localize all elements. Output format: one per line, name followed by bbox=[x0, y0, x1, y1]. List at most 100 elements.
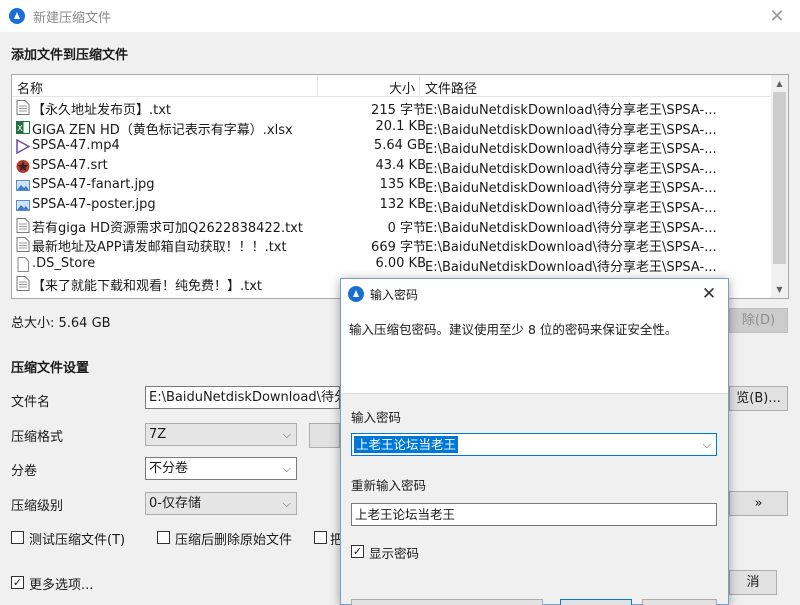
password-value: 上老王论坛当老王 bbox=[354, 436, 459, 453]
format-settings-button[interactable] bbox=[309, 423, 340, 448]
file-name: 若有giga HD资源需求可加Q2622838422.txt bbox=[32, 220, 303, 236]
scroll-up-arrow-icon[interactable]: ▲ bbox=[771, 75, 788, 92]
file-row[interactable]: 【永久地址发布页】.txt 215 字节 E:\BaiduNetdiskDownlo… bbox=[12, 98, 772, 118]
confirm-password-label: 重新输入密码 bbox=[351, 478, 427, 493]
split-value: 不分卷 bbox=[149, 461, 189, 476]
file-size: 215 字节 bbox=[371, 103, 426, 118]
file-size: 20.1 KB bbox=[375, 118, 426, 134]
file-size: 5.64 GB bbox=[373, 138, 426, 154]
dialog-info-area: 输入压缩包密码。建议使用至少 8 位的密码来保证安全性。 bbox=[341, 309, 728, 394]
file-name: GIGA ZEN HD（黄色标记表示有字幕）.xlsx bbox=[32, 122, 293, 138]
delete-after-checkbox[interactable] bbox=[157, 531, 170, 544]
file-row[interactable]: 若有giga HD资源需求可加Q2622838422.txt 0 字节 E:\Bai… bbox=[12, 216, 772, 236]
file-name: SPSA-47.srt bbox=[32, 157, 108, 173]
confirm-password-input[interactable]: 上老王论坛当老王 bbox=[351, 503, 717, 526]
show-password-checkbox[interactable]: ✓ bbox=[351, 545, 364, 558]
split-label: 分卷 bbox=[11, 464, 38, 479]
file-path: E:\BaiduNetdiskDownload\待分享老王\SPSA-... bbox=[425, 259, 717, 275]
file-size: 669 字节 bbox=[371, 240, 426, 256]
dialog-cancel-button[interactable] bbox=[642, 599, 717, 605]
column-path[interactable]: 文件路径 bbox=[425, 78, 477, 97]
format-label: 压缩格式 bbox=[11, 430, 64, 445]
dialog-titlebar: 输入密码 ✕ bbox=[341, 279, 728, 309]
column-size[interactable]: 大小 bbox=[389, 78, 415, 97]
file-row[interactable]: X GIGA ZEN HD（黄色标记表示有字幕）.xlsx 20.1 KB E:\Ba… bbox=[12, 118, 772, 138]
blank-file-icon bbox=[16, 256, 30, 272]
text-file-icon bbox=[16, 237, 30, 253]
add-files-heading: 添加文件到压缩文件 bbox=[11, 48, 129, 63]
window-close-button[interactable]: ✕ bbox=[754, 0, 800, 32]
chevron-down-icon: ⌵ bbox=[282, 462, 291, 475]
file-path: E:\BaiduNetdiskDownload\待分享老王\SPSA-... bbox=[425, 161, 717, 177]
format-select[interactable]: 7Z ⌵ bbox=[145, 423, 297, 446]
password-dialog: 输入密码 ✕ 输入压缩包密码。建议使用至少 8 位的密码来保证安全性。 输入密码… bbox=[340, 278, 729, 605]
delete-button[interactable]: 除(D) bbox=[729, 308, 788, 333]
dialog-info-text: 输入压缩包密码。建议使用至少 8 位的密码来保证安全性。 bbox=[349, 322, 678, 337]
dialog-title: 输入密码 bbox=[370, 288, 419, 302]
more-options-checkbox[interactable]: ✓ bbox=[11, 576, 24, 589]
excel-file-icon: X bbox=[16, 120, 30, 135]
file-name: 【来了就能下载和观看！纯免费！】.txt bbox=[32, 279, 263, 295]
file-path: E:\BaiduNetdiskDownload\待分享老王\SPSA-... bbox=[425, 142, 717, 158]
app-logo-icon bbox=[348, 286, 364, 302]
file-size: 0 字节 bbox=[387, 220, 426, 236]
file-path: E:\BaiduNetdiskDownload\待分享老王\SPSA-... bbox=[425, 220, 717, 236]
file-name: SPSA-47.mp4 bbox=[32, 138, 120, 154]
file-size: 43.4 KB bbox=[375, 157, 426, 173]
level-select[interactable]: 0-仅存储 ⌵ bbox=[145, 492, 297, 515]
more-button[interactable]: » bbox=[729, 491, 788, 516]
file-row[interactable]: .DS_Store 6.00 KB E:\BaiduNetdiskDownload\… bbox=[12, 255, 772, 275]
level-value: 0-仅存储 bbox=[149, 496, 201, 511]
file-row[interactable]: SPSA-47-poster.jpg 132 KB E:\BaiduNetdiskD… bbox=[12, 196, 772, 216]
file-path: E:\BaiduNetdiskDownload\待分享老王\SPSA-... bbox=[425, 240, 717, 256]
chevron-down-icon: ⌵ bbox=[282, 428, 291, 441]
file-size: 132 KB bbox=[379, 197, 426, 212]
more-options-label[interactable]: 更多选项... bbox=[29, 574, 93, 593]
file-name: .DS_Store bbox=[32, 255, 96, 271]
main-titlebar: 新建压缩文件 ✕ bbox=[0, 0, 800, 32]
file-row[interactable]: SPSA-47-fanart.jpg 135 KB E:\BaiduNetdiskD… bbox=[12, 176, 772, 196]
file-name: SPSA-47-fanart.jpg bbox=[32, 177, 155, 193]
test-checkbox-label[interactable]: 测试压缩文件(T) bbox=[29, 529, 125, 548]
dialog-ok-button[interactable] bbox=[560, 599, 632, 605]
file-name: SPSA-47-poster.jpg bbox=[32, 197, 156, 212]
text-file-icon bbox=[16, 276, 30, 292]
text-file-icon bbox=[16, 100, 30, 115]
split-select[interactable]: 不分卷 ⌵ bbox=[145, 457, 297, 480]
video-file-icon bbox=[16, 138, 31, 155]
password-input[interactable]: 上老王论坛当老王 ⌵ bbox=[351, 433, 717, 456]
file-name: 最新地址及APP请发邮箱自动获取！！！.txt bbox=[32, 240, 287, 256]
column-name[interactable]: 名称 bbox=[17, 78, 43, 97]
third-checkbox[interactable] bbox=[314, 531, 327, 544]
scroll-down-arrow-icon[interactable]: ▼ bbox=[771, 281, 788, 298]
show-password-label[interactable]: 显示密码 bbox=[369, 543, 419, 562]
image-file-icon bbox=[16, 198, 30, 213]
list-header: 名称 大小 文件路径 bbox=[12, 75, 772, 97]
dialog-close-icon[interactable]: ✕ bbox=[696, 281, 722, 307]
file-path: E:\BaiduNetdiskDownload\待分享老王\SPSA-... bbox=[425, 181, 717, 197]
test-checkbox[interactable] bbox=[11, 531, 24, 544]
file-list[interactable]: 名称 大小 文件路径 【永久地址发布页】.txt 215 字节 E:\BaiduNe… bbox=[11, 74, 789, 299]
filename-input[interactable]: E:\BaiduNetdiskDownload\待分 bbox=[145, 386, 340, 409]
image-file-icon bbox=[16, 178, 30, 193]
chevron-down-icon[interactable]: ⌵ bbox=[703, 438, 711, 452]
password-label: 输入密码 bbox=[351, 410, 402, 425]
file-path: E:\BaiduNetdiskDownload\待分享老王\SPSA-... bbox=[425, 122, 717, 138]
svg-text:X: X bbox=[17, 124, 23, 133]
text-file-icon bbox=[16, 217, 30, 233]
cancel-button[interactable]: 消 bbox=[729, 570, 777, 595]
file-row[interactable]: SPSA-47.mp4 5.64 GB E:\BaiduNetdiskDownloa… bbox=[12, 137, 772, 157]
subtitle-file-icon bbox=[16, 159, 30, 174]
app-logo-icon bbox=[9, 8, 25, 24]
scroll-thumb[interactable] bbox=[773, 92, 786, 264]
browse-button[interactable]: 览(B)... bbox=[729, 386, 788, 411]
list-scrollbar[interactable]: ▲ ▼ bbox=[771, 75, 788, 298]
file-row[interactable]: 最新地址及APP请发邮箱自动获取！！！.txt 669 字节 E:\BaiduNet… bbox=[12, 235, 772, 255]
format-value: 7Z bbox=[149, 427, 167, 442]
file-path: E:\BaiduNetdiskDownload\待分享老王\SPSA-... bbox=[425, 103, 717, 118]
delete-after-label[interactable]: 压缩后删除原始文件 bbox=[175, 529, 292, 548]
file-size: 6.00 KB bbox=[375, 255, 426, 271]
file-row[interactable]: SPSA-47.srt 43.4 KB E:\BaiduNetdiskDownloa… bbox=[12, 157, 772, 177]
dialog-button-left[interactable] bbox=[351, 599, 543, 605]
settings-heading: 压缩文件设置 bbox=[11, 361, 90, 376]
